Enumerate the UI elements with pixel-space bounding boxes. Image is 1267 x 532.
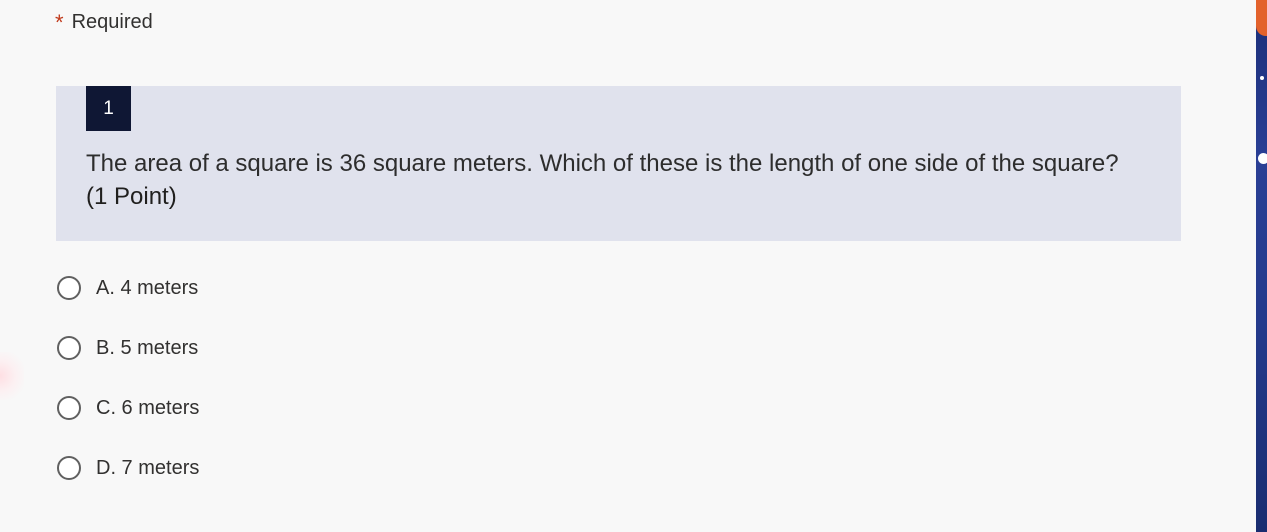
option-label: A. 4 meters <box>96 276 199 299</box>
option-c[interactable]: C. 6 meters <box>57 392 199 424</box>
form-page: * Required 1 The area of a square is 36 … <box>0 0 1267 532</box>
theme-accent-shape <box>1256 0 1267 36</box>
option-label: B. 5 meters <box>96 336 199 359</box>
background-theme-strip <box>1256 0 1267 532</box>
radio-button[interactable] <box>57 396 81 420</box>
question-points: (1 Point) <box>86 183 177 210</box>
radio-button[interactable] <box>57 276 81 300</box>
background-decoration <box>0 352 24 400</box>
question-card: 1 The area of a square is 36 square mete… <box>56 86 1181 241</box>
option-b[interactable]: B. 5 meters <box>57 332 199 364</box>
theme-dot-large <box>1258 153 1267 164</box>
radio-button[interactable] <box>57 456 81 480</box>
option-d[interactable]: D. 7 meters <box>57 452 199 484</box>
theme-dot-small <box>1260 76 1264 80</box>
question-title: The area of a square is 36 square meters… <box>86 147 1126 213</box>
answer-options: A. 4 meters B. 5 meters C. 6 meters D. 7… <box>57 272 199 512</box>
question-number-badge: 1 <box>86 86 131 131</box>
option-a[interactable]: A. 4 meters <box>57 272 199 304</box>
radio-button[interactable] <box>57 336 81 360</box>
required-asterisk: * <box>55 10 64 35</box>
option-label: D. 7 meters <box>96 456 200 479</box>
question-text: The area of a square is 36 square meters… <box>86 150 1119 177</box>
required-legend: * Required <box>55 10 153 34</box>
option-label: C. 6 meters <box>96 396 200 419</box>
required-label: Required <box>71 10 153 33</box>
